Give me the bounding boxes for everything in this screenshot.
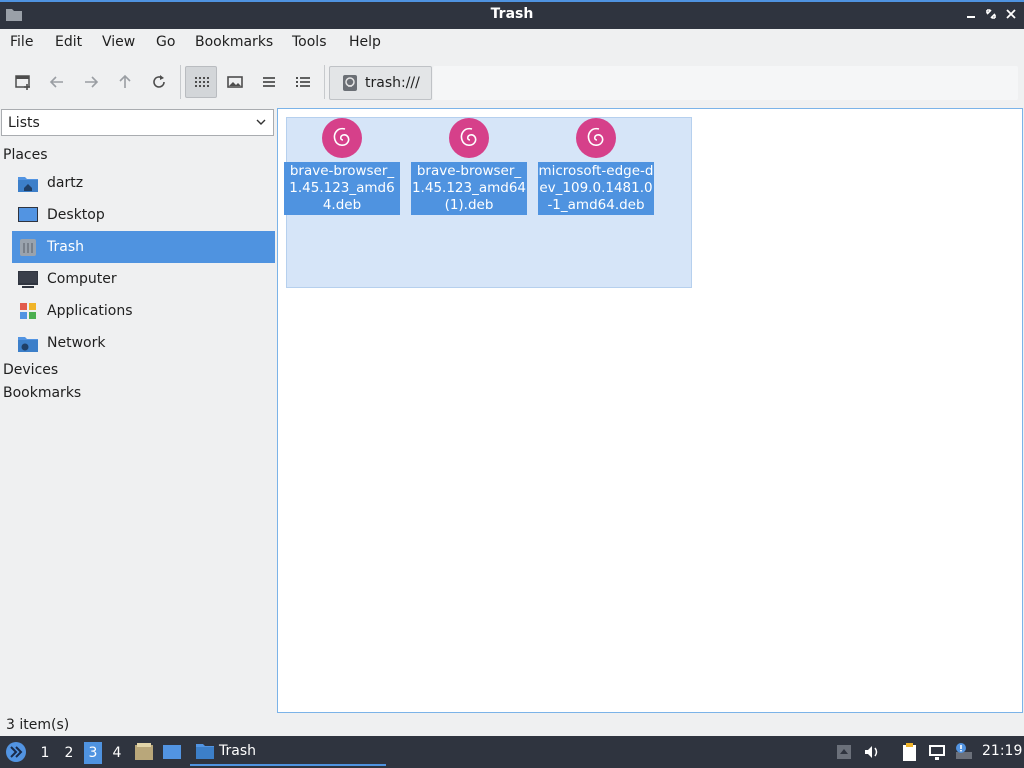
arrow-left-icon [49, 76, 63, 88]
back-button[interactable] [41, 66, 73, 98]
menu-go[interactable]: Go [156, 34, 175, 50]
minimize-button[interactable] [962, 6, 980, 24]
file-name: microsoft-edge-dev_109.0.1481.0-1_amd64.… [538, 162, 654, 215]
sidebar-item-network[interactable]: Network [12, 327, 275, 359]
workspace-4[interactable]: 4 [108, 742, 126, 764]
new-window-icon [15, 75, 30, 90]
sidebar-item-desktop[interactable]: Desktop [12, 199, 275, 231]
file-item[interactable]: brave-browser_1.45.123_amd64(1).deb [410, 117, 528, 215]
computer-icon [18, 271, 38, 288]
workspace-1[interactable]: 1 [36, 742, 54, 764]
file-view[interactable]: brave-browser_1.45.123_amd64.deb brave-b… [277, 108, 1023, 713]
close-icon [1006, 9, 1016, 19]
close-button[interactable] [1002, 6, 1020, 24]
path-button-label: trash:/// [365, 75, 420, 91]
show-desktop-icon[interactable] [162, 742, 182, 762]
sidebar-item-trash[interactable]: Trash [12, 231, 275, 263]
status-bar: 3 item(s) [0, 714, 1024, 736]
item-count: 3 item(s) [6, 717, 70, 733]
compact-view-button[interactable] [253, 66, 285, 98]
network-wired-icon[interactable] [927, 742, 947, 762]
sidebar-mode-value: Lists [8, 114, 40, 131]
window-title: Trash [490, 6, 534, 22]
update-notification-icon[interactable] [954, 742, 974, 762]
toolbar-separator [180, 65, 181, 99]
toolbar-separator [324, 65, 325, 99]
sidebar-item-label: Network [47, 335, 106, 351]
sidebar-item-applications[interactable]: Applications [12, 295, 275, 327]
sidebar-item-label: Desktop [47, 207, 105, 223]
menu-file[interactable]: File [10, 34, 33, 50]
file-name: brave-browser_1.45.123_amd64.deb [284, 162, 400, 215]
menu-view[interactable]: View [102, 34, 135, 50]
taskbar-window-label: Trash [219, 743, 256, 759]
file-name: brave-browser_1.45.123_amd64(1).deb [411, 162, 527, 215]
location-bar[interactable] [433, 66, 1018, 100]
thumbnail-view-button[interactable] [219, 66, 251, 98]
debian-package-icon [322, 118, 362, 158]
window-titlebar[interactable]: Trash [0, 0, 1024, 29]
sidebar-item-dartz[interactable]: dartz [12, 167, 275, 199]
sidebar-mode-select[interactable]: Lists [1, 109, 274, 136]
icon-view-button[interactable] [185, 66, 217, 98]
menu-help[interactable]: Help [349, 34, 381, 50]
detailed-list-icon [296, 77, 310, 87]
folder-icon [196, 744, 214, 759]
taskbar-window-trash[interactable]: Trash [190, 738, 386, 766]
workspace-3[interactable]: 3 [84, 742, 102, 764]
menu-bar: File Edit View Go Bookmarks Tools Help [0, 29, 1024, 57]
list-view-icon [263, 77, 275, 87]
clock[interactable]: 21:19 [982, 743, 1022, 759]
menu-edit[interactable]: Edit [55, 34, 82, 50]
grid-view-icon [195, 77, 209, 87]
file-item[interactable]: brave-browser_1.45.123_amd64.deb [283, 117, 401, 215]
minimize-icon [967, 16, 975, 18]
reload-button[interactable] [143, 66, 175, 98]
reload-icon [153, 75, 165, 88]
detailed-view-button[interactable] [287, 66, 319, 98]
image-icon [227, 76, 243, 88]
network-folder-icon [18, 337, 38, 352]
up-button[interactable] [109, 66, 141, 98]
trash-small-icon [343, 75, 357, 91]
file-item[interactable]: microsoft-edge-dev_109.0.1481.0-1_amd64.… [537, 117, 655, 215]
devices-heading[interactable]: Devices [3, 362, 58, 378]
forward-button[interactable] [75, 66, 107, 98]
arrow-right-icon [85, 76, 99, 88]
sidebar-item-label: Applications [47, 303, 133, 319]
taskbar: 1 2 3 4 Trash 21:19 [0, 736, 1024, 768]
home-folder-icon [18, 177, 38, 192]
file-manager-launcher-icon[interactable] [134, 742, 154, 762]
trash-icon [20, 239, 36, 256]
debian-package-icon [576, 118, 616, 158]
sidebar-item-label: Computer [47, 271, 117, 287]
bookmarks-heading[interactable]: Bookmarks [3, 385, 81, 401]
sidebar-item-computer[interactable]: Computer [12, 263, 275, 295]
applications-icon [20, 303, 36, 319]
arrow-up-icon [119, 74, 131, 88]
workspace-2[interactable]: 2 [60, 742, 78, 764]
maximize-button[interactable] [982, 6, 1000, 24]
sidebar-item-label: Trash [47, 239, 84, 255]
tray-arrow-up-icon[interactable] [834, 742, 854, 762]
places-heading[interactable]: Places [3, 147, 48, 163]
start-menu-icon[interactable] [5, 741, 27, 763]
menu-bookmarks[interactable]: Bookmarks [195, 34, 273, 50]
path-button-trash[interactable]: trash:/// [329, 66, 432, 100]
chevron-down-icon [256, 119, 266, 125]
toolbar: trash:/// [0, 57, 1024, 105]
new-window-button[interactable] [7, 66, 39, 98]
maximize-icon [986, 9, 996, 19]
sidebar-item-label: dartz [47, 175, 84, 191]
volume-icon[interactable] [862, 742, 882, 762]
menu-tools[interactable]: Tools [292, 34, 327, 50]
desktop-icon [18, 207, 38, 222]
clipboard-icon[interactable] [899, 742, 919, 762]
debian-package-icon [449, 118, 489, 158]
